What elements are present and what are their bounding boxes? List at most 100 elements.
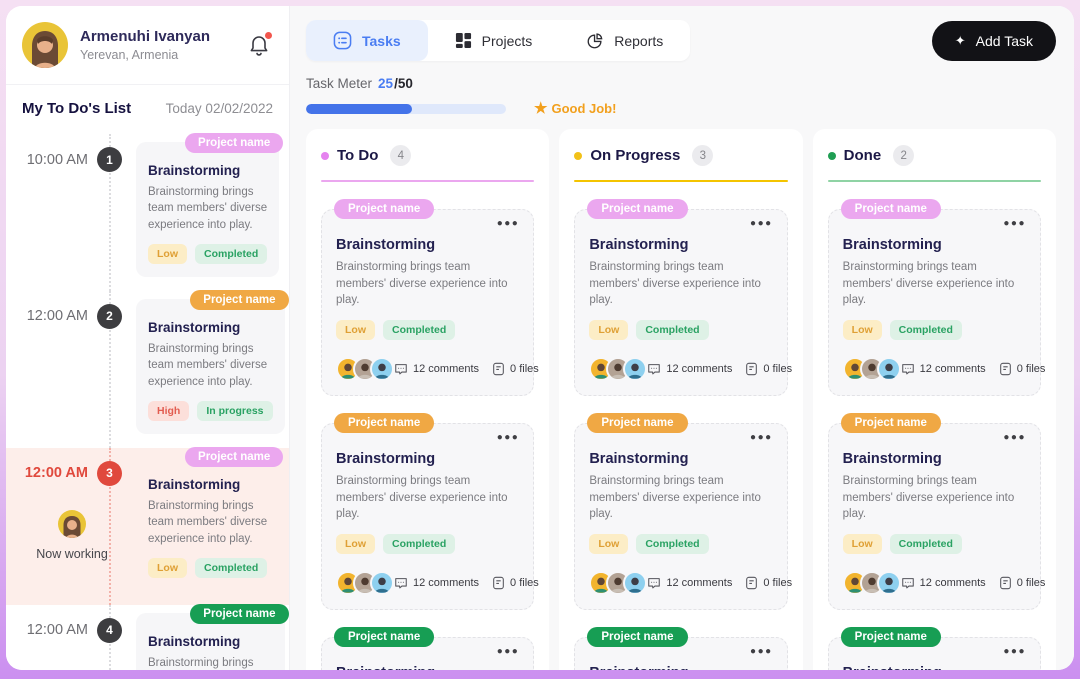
task-title: Brainstorming [336, 237, 519, 253]
task-description: Brainstorming brings team members' diver… [589, 259, 772, 309]
card-footer: 12 comments 0 files [336, 357, 519, 381]
column-count: 4 [390, 145, 411, 166]
column-dot-icon [828, 152, 836, 160]
comments-meta[interactable]: 12 comments [647, 576, 732, 590]
task-description: Brainstorming brings team members' diver… [336, 259, 519, 309]
kanban-card[interactable]: Project name ●●● Brainstorming Brainstor… [828, 209, 1041, 396]
column-underline [828, 180, 1041, 182]
timeline-time: 12:00 AM [27, 308, 88, 324]
tasks-icon [333, 31, 352, 50]
tab-reports[interactable]: Reports [559, 20, 690, 61]
timeline-entry-left: 12:00 AM 3 Now working [6, 456, 122, 597]
card-menu-icon[interactable]: ●●● [750, 432, 773, 443]
files-meta[interactable]: 0 files [745, 362, 792, 376]
comments-count: 12 comments [666, 363, 732, 375]
files-meta[interactable]: 0 files [492, 576, 539, 590]
comments-meta[interactable]: 12 comments [901, 362, 986, 376]
timeline-entry[interactable]: 12:00 AM 3 Now working Project name Brai… [6, 448, 289, 605]
project-badge: Project name [841, 413, 941, 433]
timeline-time: 10:00 AM [27, 152, 88, 168]
column-todo: To Do 4 Project name ●●● Brainstorming B… [306, 129, 549, 670]
profile-avatar [22, 22, 68, 68]
timeline-entry-left: 12:00 AM 2 [6, 299, 122, 440]
tab-label: Reports [614, 33, 663, 49]
files-meta[interactable]: 0 files [999, 362, 1046, 376]
comments-meta[interactable]: 12 comments [394, 576, 479, 590]
project-badge: Project name [334, 627, 434, 647]
kanban-card[interactable]: Project name ●●● Brainstorming Brainstor… [828, 423, 1041, 610]
timeline-card[interactable]: Project name Brainstorming Brainstorming… [136, 299, 285, 434]
files-meta[interactable]: 0 files [745, 576, 792, 590]
comment-icon [394, 576, 408, 590]
assignee-avatar [370, 571, 394, 595]
tab-tasks[interactable]: Tasks [306, 20, 428, 61]
column-cards: Project name ●●● Brainstorming Brainstor… [828, 209, 1041, 670]
project-badge: Project name [841, 627, 941, 647]
kanban-card[interactable]: Project name ●●● Brainstorming Brainstor… [321, 209, 534, 396]
comments-count: 12 comments [413, 363, 479, 375]
kanban-card[interactable]: Project name ●●● Brainstorming Brainstor… [574, 209, 787, 396]
kanban-card[interactable]: Project name ●●● Brainstorming Brainstor… [321, 637, 534, 670]
add-task-label: Add Task [976, 33, 1033, 49]
add-task-button[interactable]: ✦ Add Task [932, 21, 1056, 61]
task-title: Brainstorming [843, 237, 1026, 253]
task-title: Brainstorming [843, 665, 1026, 670]
files-meta[interactable]: 0 files [492, 362, 539, 376]
star-icon: ★ [534, 101, 547, 116]
card-menu-icon[interactable]: ●●● [497, 218, 520, 229]
kanban-card[interactable]: Project name ●●● Brainstorming Brainstor… [574, 637, 787, 670]
card-menu-icon[interactable]: ●●● [1003, 646, 1026, 657]
file-icon [492, 576, 505, 590]
task-description: Brainstorming brings team members' diver… [336, 473, 519, 523]
todo-list-date: Today 02/02/2022 [166, 101, 273, 116]
card-footer: 12 comments 0 files [843, 571, 1026, 595]
card-menu-icon[interactable]: ●●● [1003, 432, 1026, 443]
projects-icon [455, 32, 472, 49]
card-menu-icon[interactable]: ●●● [750, 218, 773, 229]
timeline-card[interactable]: Project name Brainstorming Brainstorming… [136, 613, 285, 670]
assignee-avatar [623, 571, 647, 595]
tag-row: LowCompleted [336, 320, 519, 340]
task-description: Brainstorming brings team members' diver… [148, 498, 267, 547]
assignee-avatars [589, 571, 647, 595]
project-badge: Project name [185, 447, 283, 467]
comments-meta[interactable]: 12 comments [394, 362, 479, 376]
timeline-entry[interactable]: 10:00 AM 1 Project name Brainstorming Br… [6, 134, 289, 291]
files-count: 0 files [1017, 577, 1046, 589]
timeline-card[interactable]: Project name Brainstorming Brainstorming… [136, 456, 279, 591]
assignee-avatars [843, 357, 901, 381]
kanban-card[interactable]: Project name ●●● Brainstorming Brainstor… [828, 637, 1041, 670]
tag-low: Low [589, 534, 628, 554]
file-icon [999, 576, 1012, 590]
tag-row: LowCompleted [589, 534, 772, 554]
timeline-entry[interactable]: 12:00 AM 2 Project name Brainstorming Br… [6, 291, 289, 448]
tag-completed: Completed [195, 558, 267, 578]
notification-bell-button[interactable] [247, 32, 273, 58]
timeline-card[interactable]: Project name Brainstorming Brainstorming… [136, 142, 279, 277]
card-menu-icon[interactable]: ●●● [497, 646, 520, 657]
files-meta[interactable]: 0 files [999, 576, 1046, 590]
timeline-number: 4 [97, 618, 122, 643]
files-count: 0 files [763, 363, 792, 375]
task-title: Brainstorming [148, 163, 267, 178]
comments-meta[interactable]: 12 comments [901, 576, 986, 590]
card-menu-icon[interactable]: ●●● [1003, 218, 1026, 229]
timeline-time: 12:00 AM [27, 622, 88, 638]
column-count: 2 [893, 145, 914, 166]
kanban-card[interactable]: Project name ●●● Brainstorming Brainstor… [321, 423, 534, 610]
tab-projects[interactable]: Projects [428, 20, 560, 61]
praise-label: Good Job! [551, 101, 616, 116]
card-menu-icon[interactable]: ●●● [750, 646, 773, 657]
timeline-entry[interactable]: 12:00 AM 4 Project name Brainstorming Br… [6, 605, 289, 670]
card-menu-icon[interactable]: ●●● [497, 432, 520, 443]
profile-header: Armenuhi Ivanyan Yerevan, Armenia [6, 6, 289, 85]
comments-meta[interactable]: 12 comments [647, 362, 732, 376]
comments-count: 12 comments [920, 363, 986, 375]
comments-count: 12 comments [920, 577, 986, 589]
column-cards: Project name ●●● Brainstorming Brainstor… [574, 209, 787, 670]
card-footer: 12 comments 0 files [589, 571, 772, 595]
files-count: 0 files [510, 577, 539, 589]
kanban-card[interactable]: Project name ●●● Brainstorming Brainstor… [574, 423, 787, 610]
task-description: Brainstorming brings team members' diver… [843, 473, 1026, 523]
tag-completed: Completed [383, 534, 455, 554]
